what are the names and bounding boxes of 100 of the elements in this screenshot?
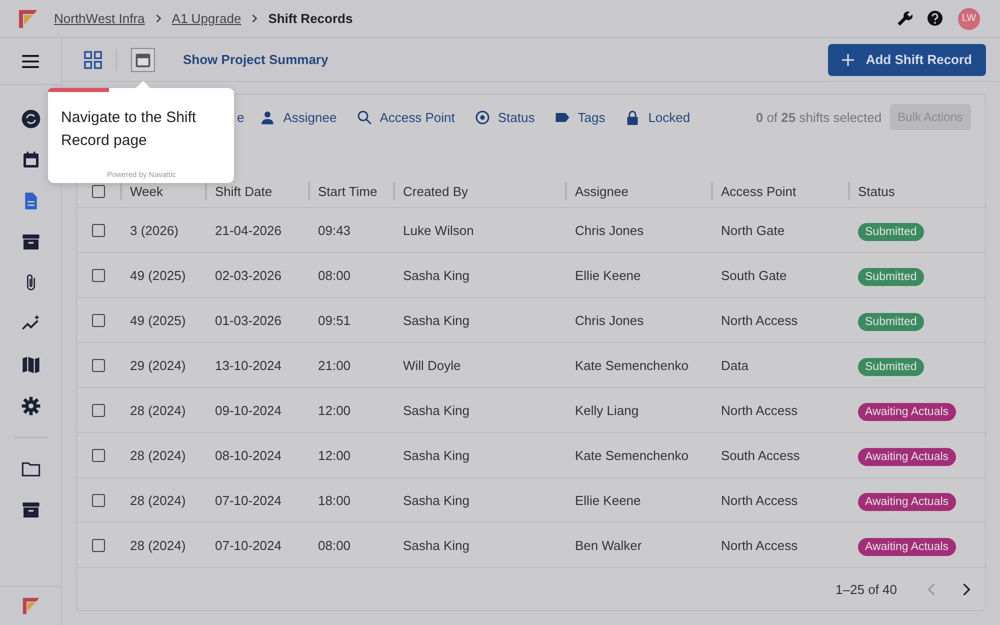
status-icon: [474, 110, 490, 124]
table-cell-text: 08:00: [317, 538, 352, 552]
table-cell-text: North Access: [720, 492, 799, 508]
menu-icon[interactable]: [22, 54, 39, 68]
column-header[interactable]: Start Time: [308, 182, 393, 200]
table-cell-text: 09:43: [317, 222, 352, 238]
row-checkbox[interactable]: [92, 538, 105, 552]
table-cell-text: Sasha King: [402, 312, 470, 328]
lock-icon: [625, 110, 640, 124]
table-cell-text: 07-10-2024: [214, 538, 282, 552]
table-cell-text: 09:51: [317, 312, 352, 328]
table-cell-text: 28 (2024): [129, 538, 187, 552]
table-cell-text: Sasha King: [402, 538, 470, 552]
filter-button[interactable]: Locked: [625, 110, 690, 124]
logo-icon: [22, 597, 40, 615]
calendar-view-button[interactable]: [131, 48, 155, 72]
table-cell-text: Ellie Keene: [574, 268, 642, 282]
table-cell-text: Kate Semenchenko: [574, 448, 690, 462]
row-checkbox[interactable]: [92, 358, 105, 372]
table-cell-text: 02-03-2026: [214, 268, 282, 282]
selection-count: 0 of 25 shifts selected: [756, 110, 882, 124]
table-cell-text: Sasha King: [402, 268, 470, 282]
status-badge: Submitted: [858, 268, 924, 286]
breadcrumb-link[interactable]: NorthWest Infra: [54, 11, 145, 26]
table-cell-text: 08-10-2024: [214, 448, 282, 462]
select-all-checkbox[interactable]: [92, 184, 105, 198]
table-cell-text: 28 (2024): [129, 448, 187, 462]
logo-icon: [18, 8, 38, 28]
table-cell-text: 49 (2025): [129, 268, 187, 282]
column-header[interactable]: Created By: [393, 182, 565, 200]
table-cell-text: Ellie Keene: [574, 492, 642, 508]
table-cell-text: Data: [720, 358, 750, 372]
table-cell-text: North Access: [720, 402, 799, 418]
table-cell-text: Sasha King: [402, 402, 470, 418]
table-cell-text: 28 (2024): [129, 402, 187, 418]
status-badge: Submitted: [858, 222, 924, 240]
table-cell-text: 3 (2026): [129, 222, 180, 238]
row-checkbox[interactable]: [92, 448, 105, 462]
table-cell-text: 29 (2024): [129, 358, 187, 372]
table-cell-text: 12:00: [317, 402, 352, 418]
table-cell-text: South Gate: [720, 268, 788, 282]
table-cell-text: 07-10-2024: [214, 492, 282, 508]
filter-button[interactable]: Access Point: [356, 110, 455, 124]
archive-icon[interactable]: [20, 232, 40, 252]
tooltip-text: Navigate to the Shift Record page: [61, 108, 198, 151]
project-summary-link[interactable]: Show Project Summary: [183, 52, 328, 67]
pagination-range: 1–25 of 40: [836, 582, 897, 596]
row-checkbox[interactable]: [92, 224, 105, 236]
table-cell-text: Sasha King: [402, 492, 470, 508]
table-cell-text: Will Doyle: [402, 358, 462, 372]
table-cell-text: 21-04-2026: [214, 222, 282, 238]
filter-button[interactable]: Assignee: [260, 110, 337, 124]
filter-button[interactable]: Status: [474, 110, 535, 124]
page-title: Shift Records: [268, 11, 353, 26]
table-cell-text: Chris Jones: [574, 312, 645, 328]
table-cell-text: North Access: [720, 538, 799, 552]
table-cell-text: 12:00: [317, 448, 352, 462]
table-cell-text: 21:00: [317, 358, 352, 372]
row-checkbox[interactable]: [92, 268, 105, 282]
next-page-icon[interactable]: [962, 582, 971, 596]
status-badge: Submitted: [858, 312, 924, 330]
column-header[interactable]: Status: [848, 182, 976, 200]
row-checkbox[interactable]: [92, 404, 105, 416]
table-cell-text: 28 (2024): [129, 492, 187, 508]
calendar-icon[interactable]: [20, 150, 40, 170]
row-checkbox[interactable]: [92, 494, 105, 506]
table-cell-text: South Access: [720, 448, 801, 462]
filter-label: e: [237, 110, 244, 124]
plus-icon: [842, 54, 854, 66]
archive-icon[interactable]: [20, 500, 40, 520]
status-badge: Awaiting Actuals: [858, 538, 956, 556]
table-cell-text: 13-10-2024: [214, 358, 282, 372]
column-header[interactable]: Access Point: [711, 182, 848, 200]
table-cell-text: Luke Wilson: [402, 222, 475, 238]
grid-view-icon[interactable]: [84, 50, 102, 68]
table-cell-text: 01-03-2026: [214, 312, 282, 328]
calendar-icon: [134, 50, 152, 68]
gear-icon[interactable]: [20, 396, 40, 416]
breadcrumb-separator-icon: [154, 14, 162, 23]
table-cell-text: Ben Walker: [574, 538, 643, 552]
table-cell-text: North Access: [720, 312, 799, 328]
status-badge: Awaiting Actuals: [858, 492, 956, 510]
breadcrumb-separator-icon: [251, 14, 258, 23]
table-cell-text: 08:00: [317, 268, 352, 282]
table-cell-text: Kate Semenchenko: [574, 358, 690, 372]
table-cell-text: North Gate: [720, 222, 786, 238]
status-badge: Awaiting Actuals: [858, 448, 956, 466]
table-cell-text: Chris Jones: [574, 222, 645, 238]
sync-icon[interactable]: [20, 109, 40, 129]
search-icon: [356, 110, 372, 124]
filter-button[interactable]: Tags: [554, 110, 606, 124]
row-checkbox[interactable]: [92, 314, 105, 326]
breadcrumb-link[interactable]: A1 Upgrade: [172, 11, 242, 26]
add-shift-record-button[interactable]: Add Shift Record: [828, 44, 986, 76]
person-icon: [260, 110, 276, 124]
column-header[interactable]: Assignee: [565, 182, 711, 200]
help-icon[interactable]: [926, 10, 944, 28]
table-cell-text: Sasha King: [402, 448, 470, 462]
map-icon[interactable]: [20, 355, 40, 375]
table-cell-text: 09-10-2024: [214, 402, 282, 418]
